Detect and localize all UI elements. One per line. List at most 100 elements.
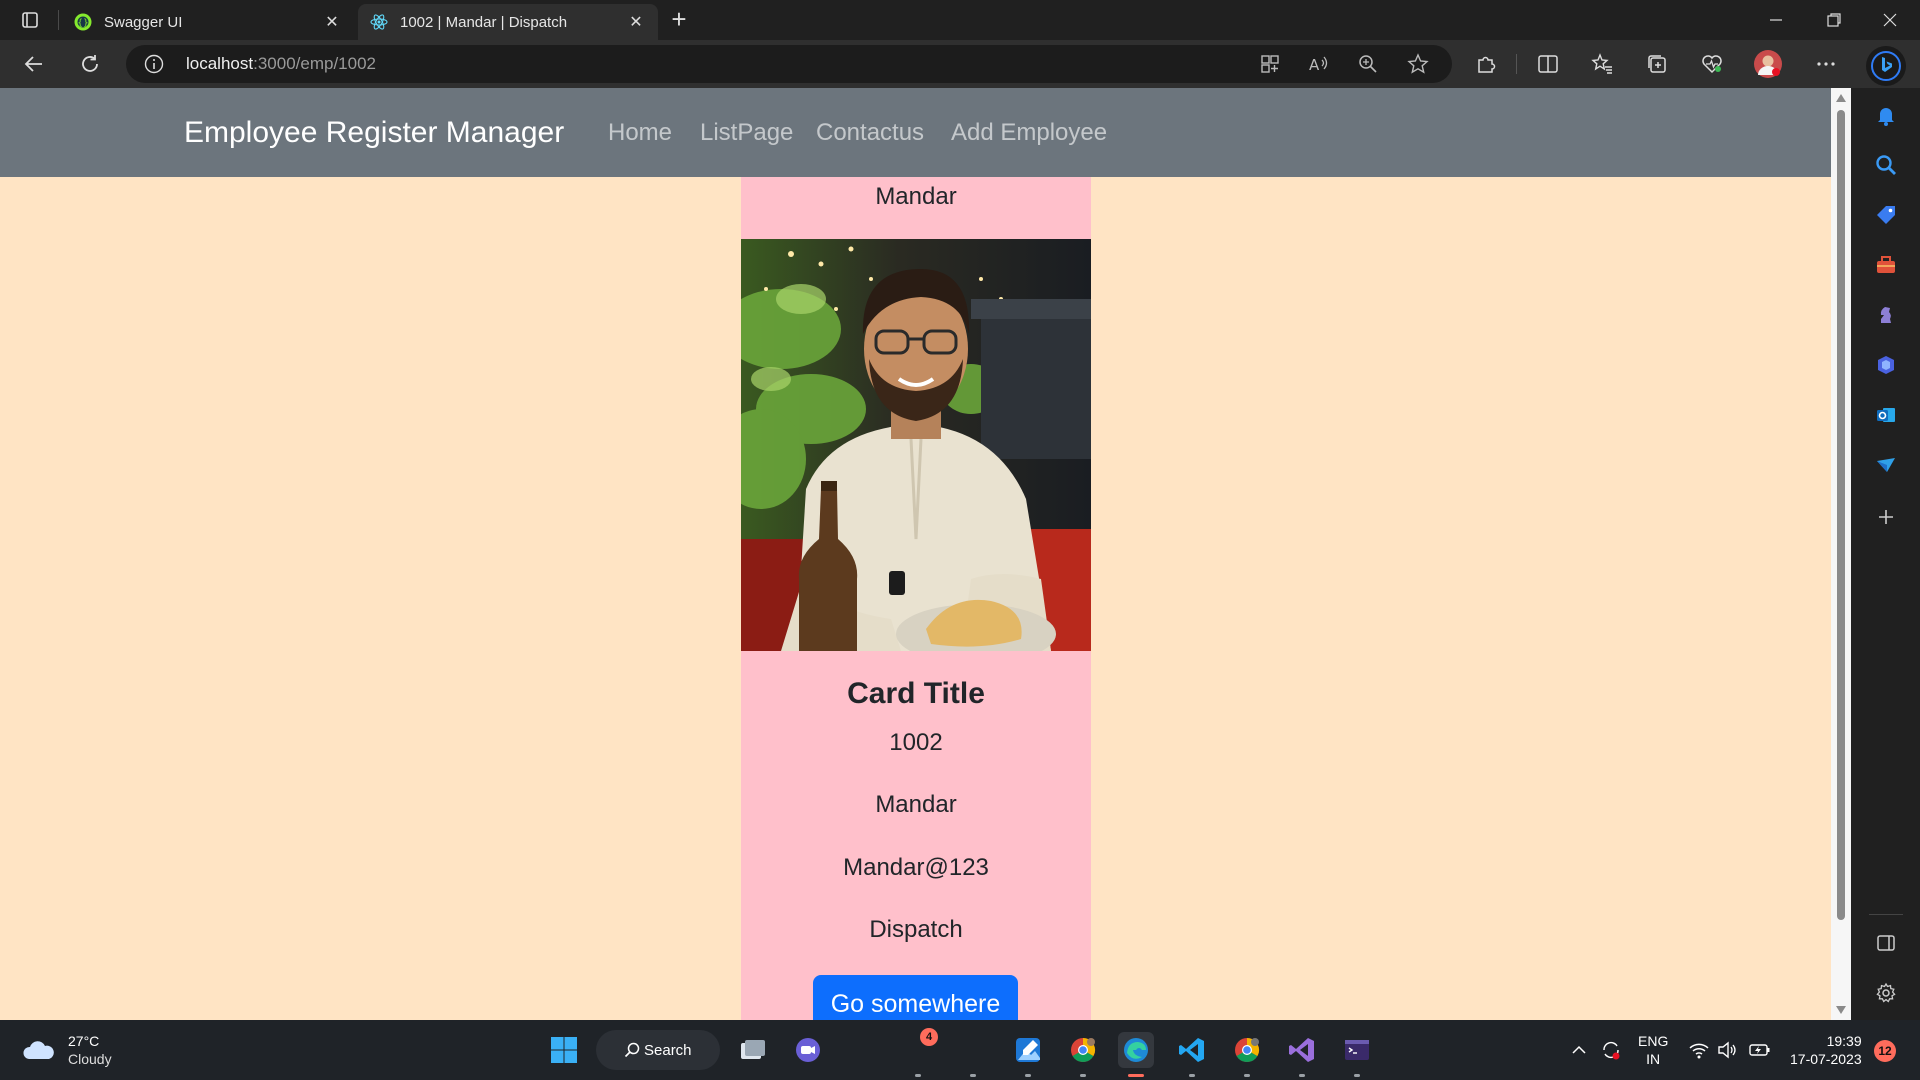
nav-link-home[interactable]: Home	[608, 119, 672, 147]
speaker-icon	[1718, 1041, 1736, 1059]
sidebar-settings-button[interactable]	[1873, 980, 1899, 1006]
sidebar-games-button[interactable]	[1873, 302, 1899, 328]
teams-chat-button[interactable]	[790, 1032, 826, 1068]
vscode-icon	[1179, 1038, 1204, 1062]
running-indicator	[1189, 1074, 1195, 1077]
employee-photo	[741, 239, 1091, 651]
refresh-icon	[82, 55, 98, 72]
sidebar-search-button[interactable]	[1873, 152, 1899, 178]
outlook-icon	[1877, 408, 1895, 422]
show-hidden-icons-button[interactable]	[1570, 1020, 1588, 1080]
language-indicator[interactable]: ENG IN	[1638, 1032, 1668, 1068]
sidebar-outlook-button[interactable]	[1873, 402, 1899, 428]
chrome-profile-button[interactable]	[1229, 1032, 1265, 1068]
weather-widget[interactable]: 27°C Cloudy	[22, 1032, 112, 1068]
url-text[interactable]: localhost:3000/emp/1002	[186, 54, 376, 74]
edge-sidebar	[1851, 88, 1920, 1020]
scrollbar-thumb[interactable]	[1837, 110, 1845, 920]
chrome-icon	[1071, 1038, 1096, 1063]
sidebar-tools-button[interactable]	[1873, 252, 1899, 278]
taskbar-search[interactable]: Search	[596, 1030, 720, 1070]
vscode-button[interactable]	[1174, 1032, 1210, 1068]
cloud-icon	[23, 1041, 54, 1059]
tab-actions-button[interactable]	[14, 6, 46, 34]
address-bar[interactable]: localhost:3000/emp/1002 A	[126, 45, 1452, 83]
running-indicator	[1354, 1074, 1360, 1077]
battery-button[interactable]	[1748, 1020, 1772, 1080]
react-favicon-icon	[370, 14, 388, 30]
zoom-in-icon	[1359, 55, 1377, 73]
site-info-icon[interactable]	[144, 54, 164, 74]
extensions-button[interactable]	[1470, 48, 1502, 80]
go-somewhere-button[interactable]: Go somewhere	[813, 975, 1018, 1020]
network-button[interactable]	[1688, 1020, 1710, 1080]
close-window-button[interactable]	[1862, 0, 1918, 40]
clock-date: 17-07-2023	[1790, 1051, 1862, 1067]
nav-link-add-employee[interactable]: Add Employee	[951, 119, 1107, 147]
battery-charging-icon	[1749, 1044, 1770, 1056]
minimize-button[interactable]	[1748, 0, 1804, 40]
volume-button[interactable]	[1717, 1020, 1739, 1080]
browser-essentials-button[interactable]	[1696, 48, 1728, 80]
sidebar-toggle-icon	[1877, 935, 1895, 951]
terminal-button[interactable]	[1339, 1032, 1375, 1068]
clock[interactable]: 19:39 17-07-2023	[1790, 1032, 1862, 1068]
chrome-button[interactable]	[1065, 1032, 1101, 1068]
taskbar-app-hidden[interactable]	[955, 1032, 991, 1068]
favorites-list-icon	[1591, 53, 1612, 74]
tab-employee-detail[interactable]: 1002 | Mandar | Dispatch ✕	[358, 4, 658, 40]
hide-sidebar-button[interactable]	[1873, 930, 1899, 956]
close-tab-icon[interactable]: ✕	[322, 12, 342, 32]
restore-button[interactable]	[1806, 0, 1862, 40]
gear-icon	[1876, 982, 1896, 1003]
copilot-button[interactable]	[1866, 46, 1906, 86]
start-button[interactable]	[546, 1032, 582, 1068]
windows-taskbar: 27°C Cloudy Search 4 ENG IN 19:39 17-07-…	[0, 1020, 1920, 1080]
edge-button[interactable]	[1118, 1032, 1154, 1068]
scroll-up-icon[interactable]	[1836, 94, 1846, 102]
close-tab-icon[interactable]: ✕	[626, 12, 646, 32]
sidebar-drop-button[interactable]	[1873, 452, 1899, 478]
url-path: :3000/emp/1002	[253, 54, 376, 73]
new-tab-button[interactable]: +	[664, 6, 694, 34]
sidebar-office-button[interactable]	[1873, 352, 1899, 378]
chevron-up-icon	[1572, 1045, 1586, 1054]
sync-status-button[interactable]	[1600, 1020, 1622, 1080]
collections-button[interactable]	[1641, 48, 1673, 80]
task-view-button[interactable]	[735, 1032, 771, 1068]
zoom-button[interactable]	[1356, 52, 1380, 76]
split-screen-icon	[1538, 55, 1558, 73]
app-available-button[interactable]	[1258, 52, 1282, 76]
profile-button[interactable]	[1752, 48, 1784, 80]
paper-plane-icon	[1877, 458, 1895, 472]
sidebar-shopping-button[interactable]	[1873, 202, 1899, 228]
scroll-down-icon[interactable]	[1836, 1006, 1846, 1014]
web-page: Employee Register Manager Home ListPage …	[0, 88, 1831, 1020]
refresh-button[interactable]	[74, 48, 106, 80]
sidebar-add-button[interactable]	[1873, 504, 1899, 530]
nav-link-listpage[interactable]: ListPage	[700, 119, 793, 147]
app-grid-icon	[1261, 55, 1279, 73]
notification-count-badge[interactable]: 12	[1874, 1040, 1896, 1062]
favorite-button[interactable]	[1406, 52, 1430, 76]
back-arrow-icon	[24, 56, 42, 72]
back-button[interactable]	[18, 48, 50, 80]
sidebar-notifications-button[interactable]	[1873, 102, 1899, 128]
search-icon	[1876, 155, 1896, 175]
url-host: localhost	[186, 54, 254, 73]
minimize-icon	[1770, 19, 1782, 21]
running-indicator	[970, 1074, 976, 1077]
tab-swagger-ui[interactable]: {} Swagger UI ✕	[62, 4, 354, 40]
read-aloud-button[interactable]: A	[1307, 52, 1331, 76]
navbar-brand[interactable]: Employee Register Manager	[184, 116, 564, 150]
page-scrollbar[interactable]	[1831, 88, 1851, 1020]
collections-icon	[1648, 55, 1666, 73]
visual-studio-button[interactable]	[1284, 1032, 1320, 1068]
site-navbar: Employee Register Manager Home ListPage …	[0, 88, 1831, 177]
sidebar-divider	[1869, 914, 1903, 915]
settings-more-button[interactable]	[1810, 48, 1842, 80]
split-screen-button[interactable]	[1532, 48, 1564, 80]
photos-app-button[interactable]	[1010, 1032, 1046, 1068]
favorites-button[interactable]	[1586, 48, 1618, 80]
nav-link-contactus[interactable]: Contactus	[816, 119, 924, 147]
